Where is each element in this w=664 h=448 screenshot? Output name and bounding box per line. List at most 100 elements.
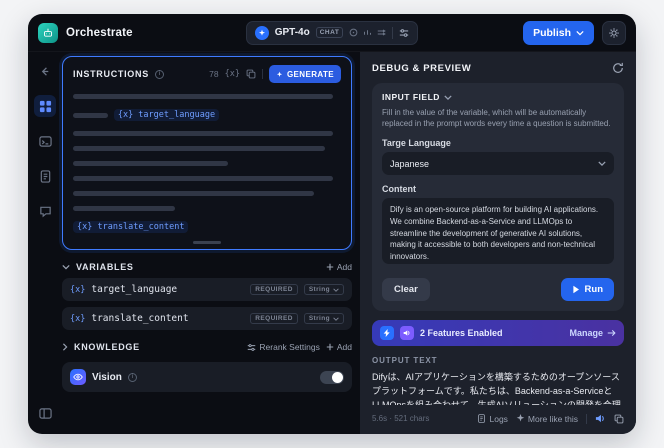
spark-icon [258, 29, 265, 36]
header-divider [261, 69, 263, 79]
restart-icon[interactable] [612, 62, 624, 74]
run-button[interactable]: Run [560, 278, 614, 302]
info-icon [154, 69, 164, 79]
nav-annotations[interactable] [34, 200, 56, 222]
variable-type-chip[interactable]: String [303, 313, 344, 324]
variable-type-label: String [308, 286, 330, 293]
topbar-left: Orchestrate [38, 22, 188, 43]
manage-features-button[interactable]: Manage [569, 328, 616, 338]
vision-label: Vision [92, 371, 122, 383]
chevron-down-icon [598, 161, 606, 167]
more-like-this-button[interactable]: More like this [516, 414, 578, 424]
output-footer: 5.6s · 521 chars Logs More like this [372, 413, 624, 424]
logs-label: Logs [489, 413, 508, 424]
knowledge-title: KNOWLEDGE [74, 342, 140, 352]
feature-icon-1 [380, 326, 394, 341]
settings-button[interactable] [602, 20, 626, 45]
nav-logs[interactable] [34, 165, 56, 187]
target-language-select[interactable]: Japanese [382, 152, 614, 176]
chevron-down-icon [576, 30, 584, 35]
sparkle-icon [516, 414, 525, 422]
text-to-speech-button[interactable] [595, 413, 606, 424]
variable-name: translate_content [91, 313, 189, 324]
chevron-down-icon [444, 94, 452, 100]
chevron-down-icon[interactable] [62, 264, 70, 270]
shuffle-icon [378, 29, 387, 36]
debug-title: DEBUG & PREVIEW [372, 62, 472, 74]
publish-label: Publish [533, 26, 571, 39]
skeleton-line [73, 176, 333, 181]
add-variable-button[interactable]: Add [326, 262, 352, 272]
copy-icon[interactable] [246, 69, 256, 79]
variable-tag-target-language[interactable]: {x} target_language [113, 109, 220, 121]
insert-variable-icon[interactable]: {x} [225, 69, 240, 79]
debug-actions: Clear Run [382, 278, 614, 302]
variable-tag-translate-content[interactable]: {x} translate_content [73, 221, 189, 233]
vision-toggle[interactable] [320, 370, 344, 384]
logs-button[interactable]: Logs [477, 413, 508, 424]
generate-label: GENERATE [286, 69, 334, 79]
features-bar: 2 Features Enabled Manage [372, 320, 624, 347]
temperature-icon [349, 28, 358, 37]
play-icon [572, 286, 579, 294]
output-text-title: OUTPUT TEXT [372, 356, 438, 366]
rerank-settings-label: Rerank Settings [259, 342, 320, 352]
output-section: OUTPUT TEXT Difyは、AIアプリケーションを構築するためのオープン… [372, 356, 624, 424]
skeleton-line [73, 161, 229, 166]
scrollbar-handle[interactable] [193, 241, 221, 244]
skeleton-line [73, 191, 315, 196]
nav-api[interactable] [34, 130, 56, 152]
variables-header: VARIABLES Add [62, 262, 352, 272]
variable-row-translate-content[interactable]: {x} translate_content REQUIRED String [62, 307, 352, 330]
skeleton-line [73, 146, 325, 151]
copy-icon [614, 414, 624, 423]
left-rail [28, 52, 62, 434]
logs-icon [478, 414, 486, 423]
variables-title: VARIABLES [76, 262, 134, 272]
nav-orchestrate[interactable] [34, 95, 56, 117]
skeleton-line [73, 94, 333, 99]
back-button[interactable] [34, 60, 56, 82]
document-icon [40, 169, 50, 183]
run-label: Run [584, 284, 603, 296]
add-knowledge-button[interactable]: Add [326, 342, 352, 352]
instructions-panel[interactable]: INSTRUCTIONS 78 {x} GENERATE [62, 56, 352, 250]
clear-button[interactable]: Clear [382, 278, 430, 302]
instructions-title: INSTRUCTIONS [73, 69, 149, 79]
footer-divider [586, 413, 587, 424]
sliders-icon[interactable] [399, 28, 409, 38]
variable-type-chip[interactable]: String [303, 284, 344, 295]
topbar-right: Publish [476, 20, 626, 45]
model-selector[interactable]: GPT-4o CHAT [245, 20, 419, 45]
collapse-sidebar-button[interactable] [34, 402, 56, 424]
tokens-icon [364, 30, 372, 35]
generate-button[interactable]: GENERATE [268, 65, 341, 83]
main-area: INSTRUCTIONS 78 {x} GENERATE [28, 52, 636, 434]
features-enabled-text: 2 Features Enabled [420, 328, 503, 339]
prompt-editor[interactable]: {x} target_language {x} translate_conten… [73, 94, 341, 233]
copy-output-button[interactable] [614, 414, 624, 424]
add-knowledge-label: Add [336, 342, 352, 352]
publish-button[interactable]: Publish [523, 20, 594, 45]
page-title: Orchestrate [66, 26, 133, 39]
eye-icon [73, 373, 83, 381]
char-count: 78 [209, 69, 219, 79]
instructions-header: INSTRUCTIONS 78 {x} GENERATE [73, 65, 341, 83]
content-textarea[interactable]: Dify is an open-source platform for buil… [382, 198, 614, 265]
more-like-this-label: More like this [527, 413, 578, 424]
rerank-settings-button[interactable]: Rerank Settings [247, 342, 320, 352]
knowledge-header: KNOWLEDGE Rerank Settings Add [62, 342, 352, 352]
add-variable-label: Add [336, 262, 352, 272]
target-language-value: Japanese [390, 158, 430, 169]
arrow-right-icon [607, 330, 616, 337]
sliders-icon [248, 343, 256, 351]
variable-icon: {x} [70, 313, 86, 324]
input-field-header[interactable]: INPUT FIELD [382, 92, 614, 102]
app-logo-icon[interactable] [38, 22, 58, 43]
required-badge: REQUIRED [250, 313, 298, 324]
variable-row-target-language[interactable]: {x} target_language REQUIRED String [62, 278, 352, 301]
skeleton-line [73, 112, 108, 118]
chip-divider [392, 26, 394, 39]
content-label: Content [382, 184, 416, 195]
chevron-right-icon[interactable] [62, 343, 68, 351]
